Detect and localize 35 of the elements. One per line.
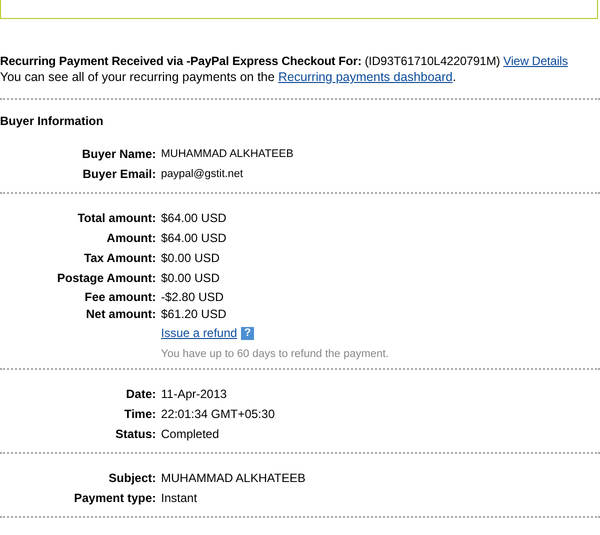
dashboard-link[interactable]: Recurring payments dashboard [278,70,453,84]
field-label: Amount: [106,231,157,245]
field-label: Time: [123,407,157,421]
refund-note: You have up to 60 days to refund the payment. [161,348,389,360]
period-text: . [452,70,456,84]
field-value: paypal@gstit.net [161,168,244,180]
field-value: $61.20 USD [161,306,226,320]
field-value: $64.00 USD [161,231,226,245]
field-value: Completed [161,427,220,441]
field-label: Subject: [108,471,157,485]
field-label: Buyer Name: [80,147,157,161]
field-value: Instant [161,491,198,505]
dashboard-note: You can see all of your recurring payments on the [0,70,275,84]
field-label: Tax Amount: [83,251,157,265]
field-value: -$2.80 USD [161,290,224,304]
refund-link[interactable]: Issue a refund [161,326,238,340]
field-label: Total amount: [76,211,157,225]
field-label: Fee amount: [84,290,157,304]
transaction-id: (ID93T61710L4220791M) [364,54,500,68]
field-label: Date: [124,387,157,401]
field-label: Buyer Email: [82,167,157,181]
field-label: Net amount: [85,306,157,320]
field-label: Status: [114,427,157,441]
field-label: Postage Amount: [56,271,157,285]
payment-heading: Recurring Payment Received via -PayPal Express Checkout For: [0,54,362,68]
field-label: Payment type: [72,491,157,505]
view-details-link[interactable]: View Details [503,54,568,68]
field-value: $0.00 USD [161,271,220,285]
field-value: MUHAMMAD ALKHATEEB [161,471,306,485]
field-value: $64.00 USD [161,211,226,225]
section-title: Buyer Information [0,114,104,128]
field-value: 11-Apr-2013 [161,387,227,401]
field-value: MUHAMMAD ALKHATEEB [161,148,294,160]
field-value: 22:01:34 GMT+05:30 [161,407,275,421]
field-value: $0.00 USD [161,251,220,265]
